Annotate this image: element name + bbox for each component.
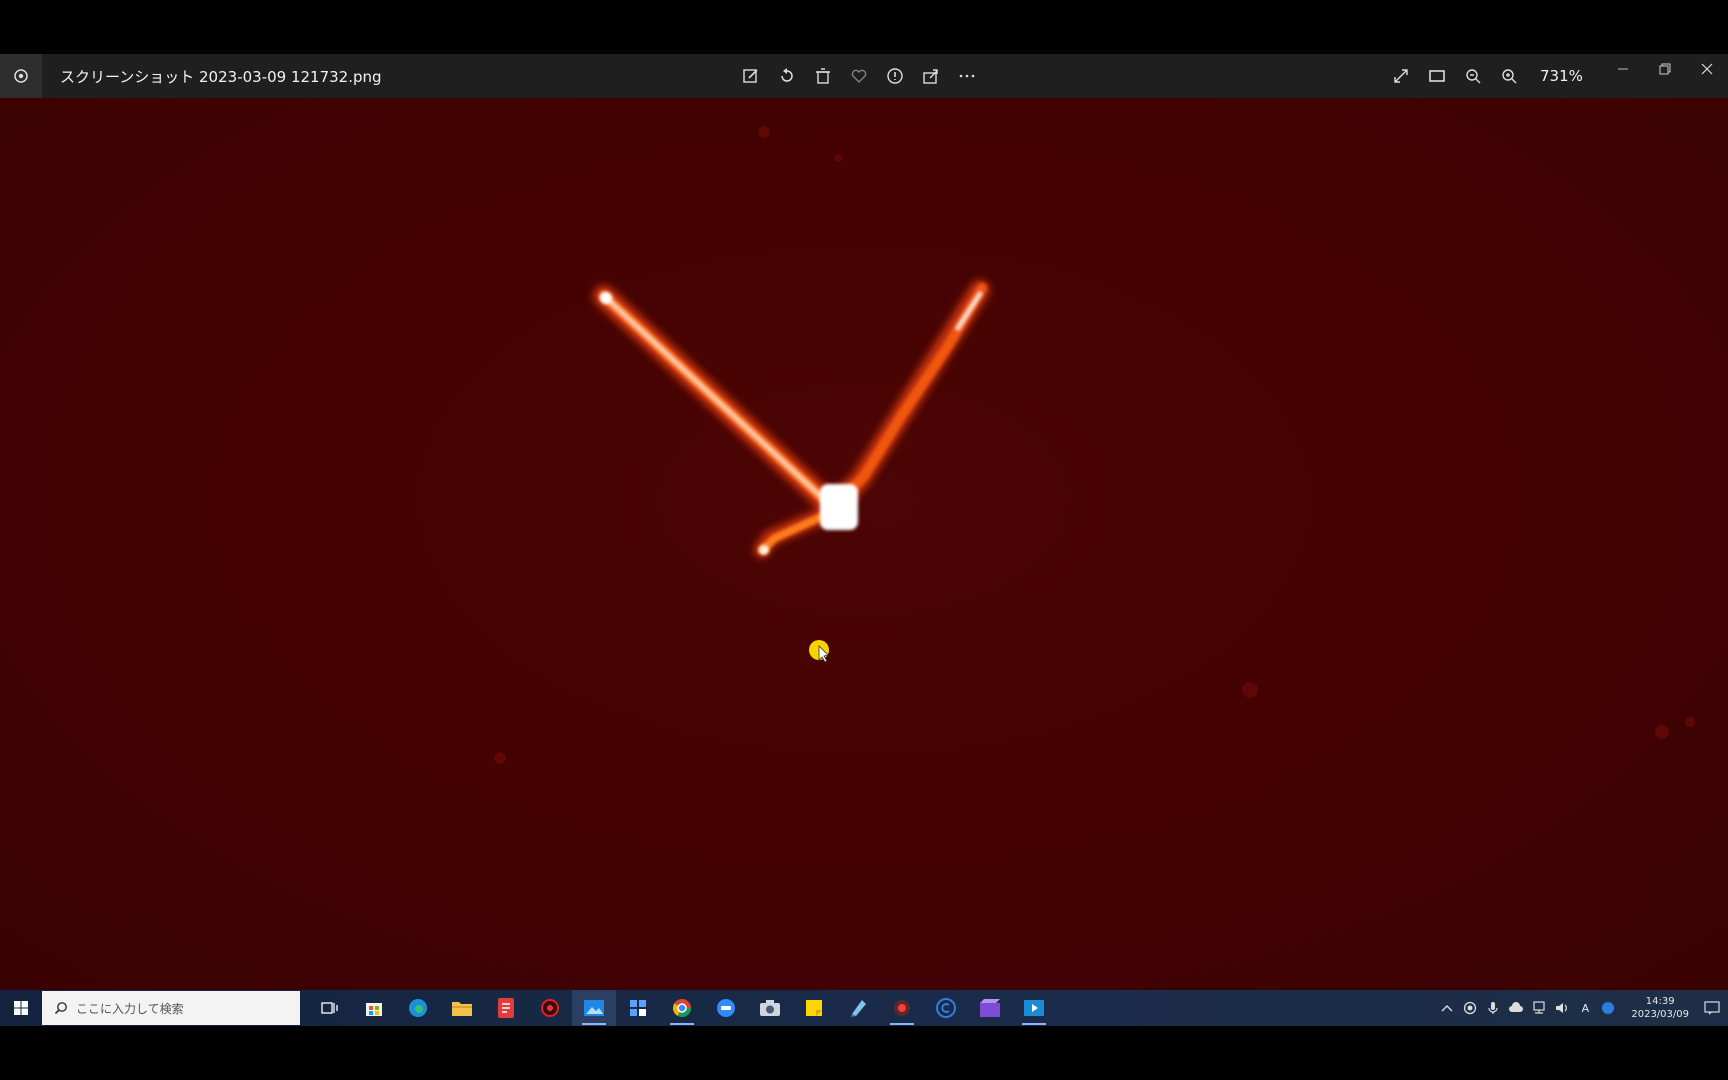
mouse-cursor <box>809 640 829 663</box>
title-bar: スクリーンショット 2023-03-09 121732.png 731% <box>0 54 1728 98</box>
red-app-icon[interactable] <box>484 990 528 1026</box>
close-button[interactable] <box>1686 54 1728 84</box>
c-app-icon[interactable] <box>924 990 968 1026</box>
edge-icon[interactable] <box>396 990 440 1026</box>
recorder-icon[interactable] <box>880 990 924 1026</box>
sticky-notes-icon[interactable] <box>792 990 836 1026</box>
zoomed-photo <box>494 126 1695 764</box>
zoom-out-icon[interactable] <box>1462 65 1484 87</box>
view-tools: 731% <box>1390 54 1583 98</box>
start-button[interactable] <box>0 990 42 1026</box>
notification-icon[interactable] <box>1704 1000 1720 1016</box>
camera-icon[interactable] <box>748 990 792 1026</box>
light-streaks <box>598 283 987 554</box>
bluetooth-tray-icon[interactable] <box>1600 1000 1616 1016</box>
microphone-icon[interactable] <box>1485 1000 1501 1016</box>
cloud-icon[interactable] <box>1508 1000 1524 1016</box>
active-indicator <box>582 1023 606 1025</box>
search-icon <box>54 1002 67 1015</box>
clock-time: 14:39 <box>1645 996 1675 1007</box>
zoom-level[interactable]: 731% <box>1540 67 1583 85</box>
video-editor-icon[interactable] <box>968 990 1012 1026</box>
volume-icon[interactable] <box>1554 1000 1570 1016</box>
restore-button[interactable] <box>1644 54 1686 84</box>
clock-date: 2023/03/09 <box>1631 1009 1689 1020</box>
task-view-icon[interactable] <box>308 990 352 1026</box>
share-icon[interactable] <box>920 65 942 87</box>
fit-icon[interactable] <box>1426 65 1448 87</box>
windows-taskbar: ここに入力して検索 A 14:39 2023/03/09 <box>0 990 1728 1026</box>
system-tray: A 14:39 2023/03/09 <box>1439 990 1728 1026</box>
search-placeholder: ここに入力して検索 <box>76 1001 184 1016</box>
calculator-icon[interactable] <box>616 990 660 1026</box>
photo-toolbar <box>740 54 978 98</box>
fullscreen-icon[interactable] <box>1390 65 1412 87</box>
image-viewport[interactable] <box>0 98 1728 990</box>
windows-icon <box>14 1001 28 1015</box>
streak-glow <box>593 280 990 558</box>
chevron-up-icon[interactable] <box>1439 1000 1455 1016</box>
file-explorer-icon[interactable] <box>440 990 484 1026</box>
running-indicator <box>670 1023 694 1025</box>
media-player-icon[interactable] <box>1012 990 1056 1026</box>
edit-icon[interactable] <box>740 65 762 87</box>
record-app-icon[interactable] <box>528 990 572 1026</box>
favorite-icon[interactable] <box>848 65 870 87</box>
zoom-in-icon[interactable] <box>1498 65 1520 87</box>
rotate-icon[interactable] <box>776 65 798 87</box>
record-tray-icon[interactable] <box>1462 1000 1478 1016</box>
more-icon[interactable] <box>956 65 978 87</box>
letterbox-top <box>0 0 1728 54</box>
info-icon[interactable] <box>884 65 906 87</box>
chrome-icon[interactable] <box>660 990 704 1026</box>
running-indicator-3 <box>1022 1023 1046 1025</box>
file-title: スクリーンショット 2023-03-09 121732.png <box>60 67 382 86</box>
running-indicator-2 <box>890 1023 914 1025</box>
minimize-button[interactable] <box>1602 54 1644 84</box>
zoom-app-icon[interactable] <box>704 990 748 1026</box>
letterbox-bottom <box>0 1026 1728 1080</box>
delete-icon[interactable] <box>812 65 834 87</box>
taskbar-clock[interactable]: 14:39 2023/03/09 <box>1631 995 1689 1021</box>
input-language[interactable]: A <box>1577 1000 1593 1016</box>
taskbar-apps <box>308 990 1056 1026</box>
paint-icon[interactable] <box>836 990 880 1026</box>
photos-app-icon[interactable] <box>0 54 42 98</box>
network-icon[interactable] <box>1531 1000 1547 1016</box>
taskbar-search[interactable]: ここに入力して検索 <box>42 991 300 1025</box>
photos-taskbar-icon[interactable] <box>572 990 616 1026</box>
window-controls <box>1602 54 1728 98</box>
store-icon[interactable] <box>352 990 396 1026</box>
